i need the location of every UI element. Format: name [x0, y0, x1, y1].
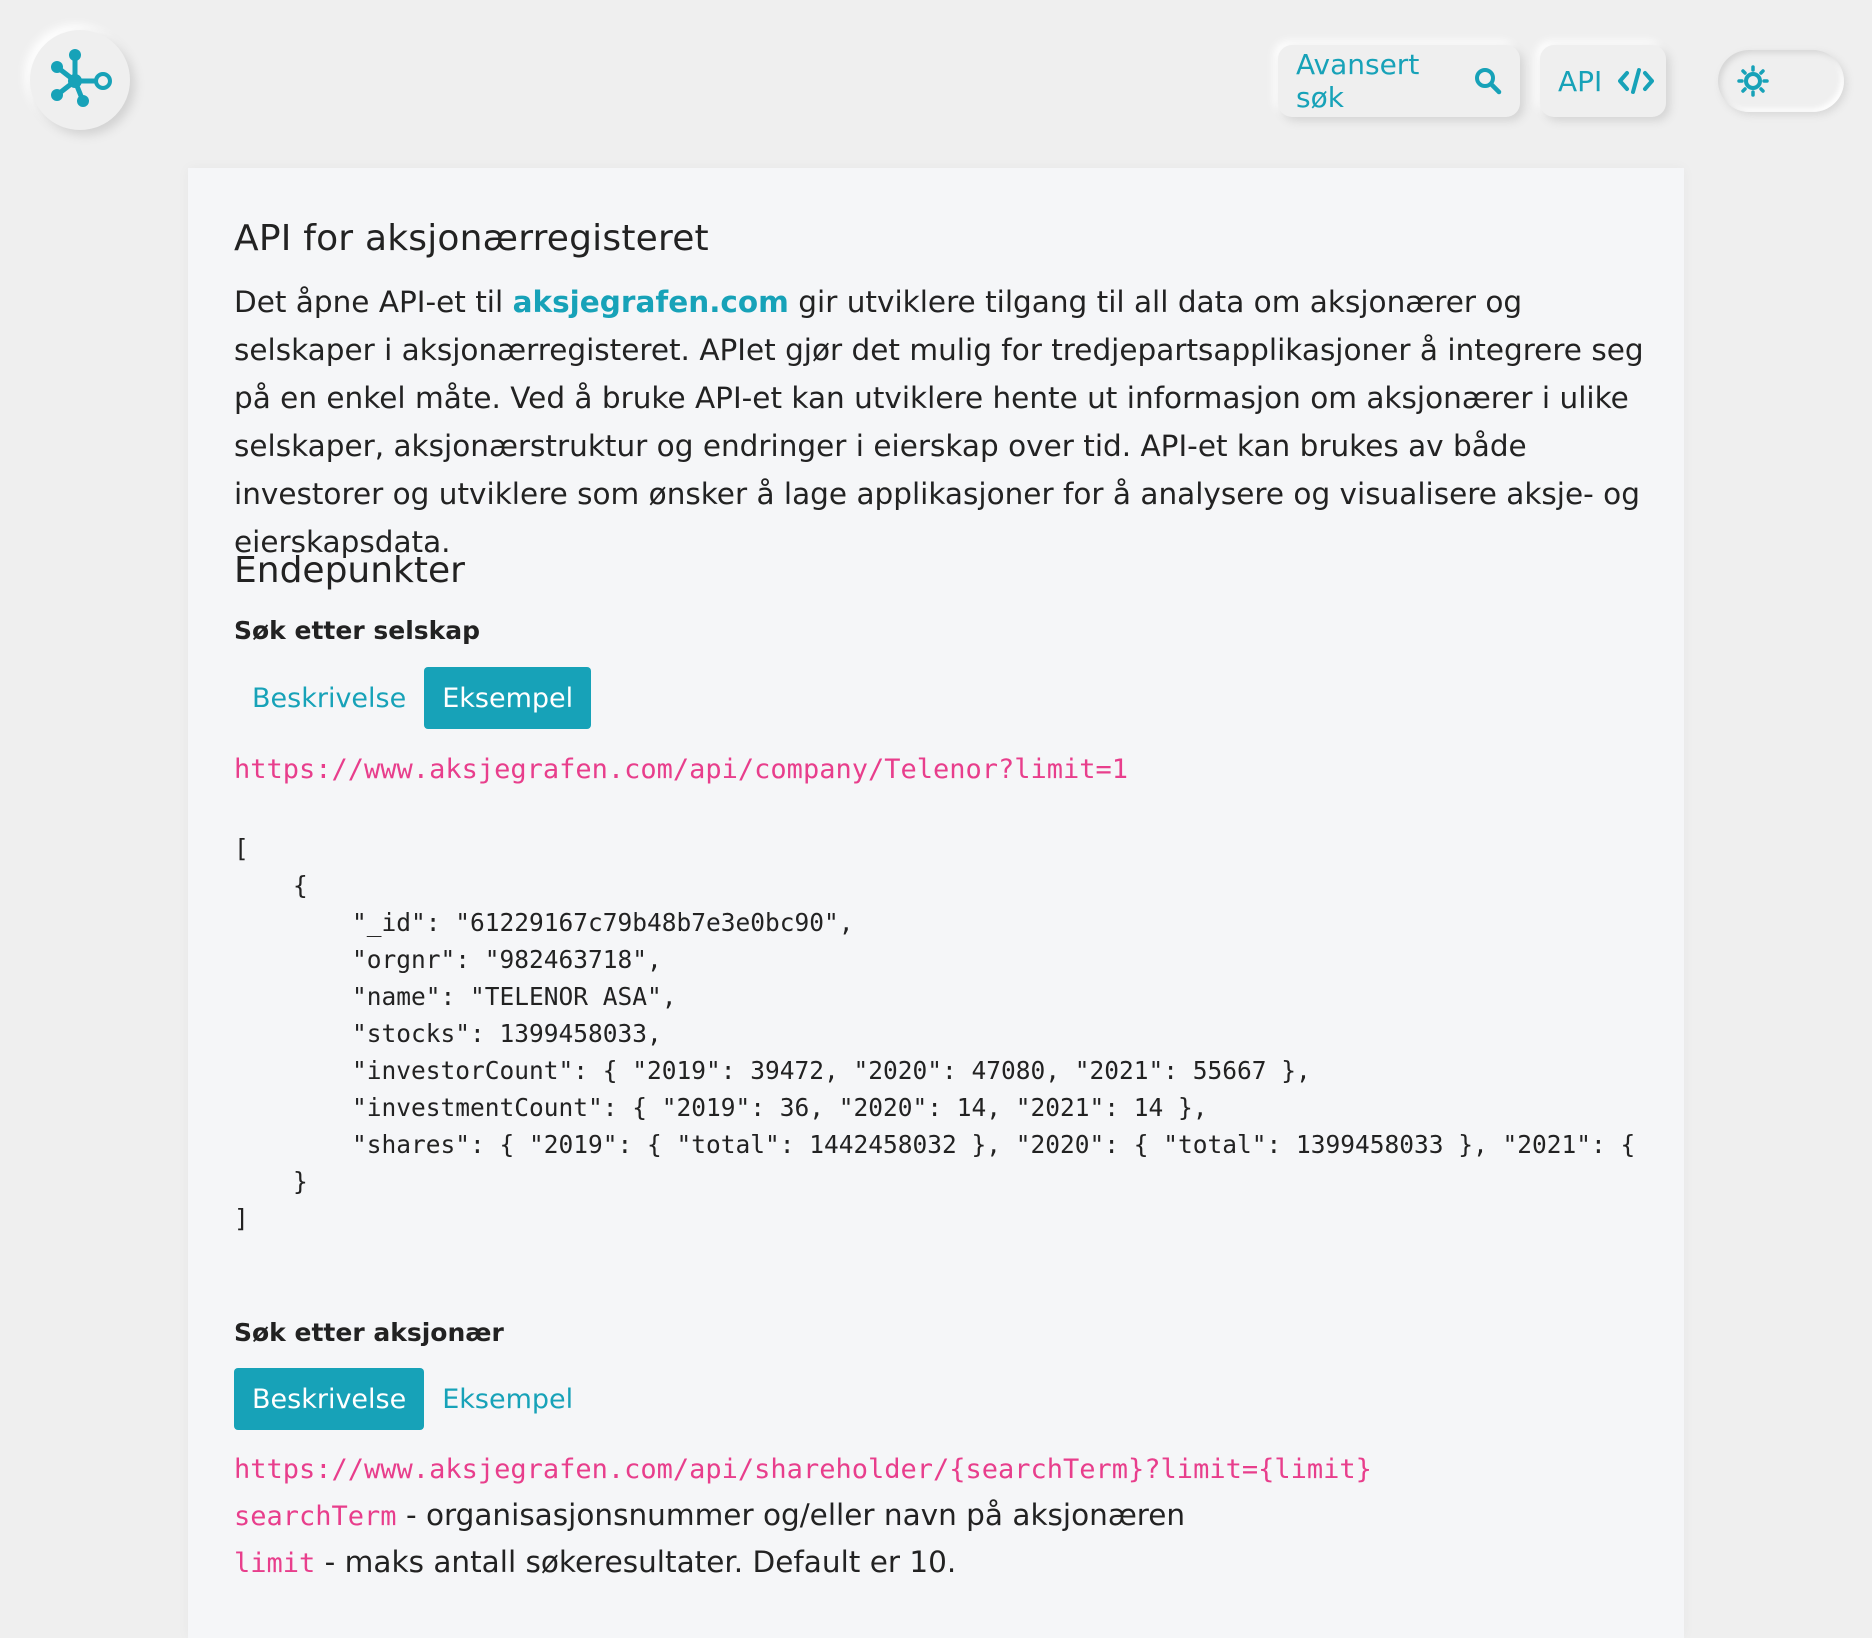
api-docs-panel: API for aksjonærregisteret Det åpne API-… — [188, 168, 1684, 1638]
tab-example[interactable]: Eksempel — [424, 1368, 591, 1430]
search-icon — [1474, 67, 1502, 95]
advanced-search-label: Avansert søk — [1296, 48, 1420, 114]
endpoint-company-title: Søk etter selskap — [234, 616, 481, 645]
endpoint-company-url: https://www.aksjegrafen.com/api/company/… — [234, 754, 1129, 785]
param-description: - maks antall søkeresultater. Default er… — [315, 1545, 957, 1579]
tab-example[interactable]: Eksempel — [424, 667, 592, 729]
api-nav-button[interactable]: API — [1540, 45, 1666, 117]
intro-text-before: Det åpne API-et til — [234, 285, 513, 319]
theme-toggle[interactable] — [1718, 50, 1844, 112]
tab-description[interactable]: Beskrivelse — [234, 667, 424, 729]
param-name: searchTerm — [234, 1501, 397, 1532]
tab-description[interactable]: Beskrivelse — [234, 1368, 425, 1430]
api-nav-label: API — [1558, 64, 1603, 98]
sun-icon — [1730, 58, 1776, 104]
intro-text-after: gir utviklere tilgang til all data om ak… — [234, 285, 1644, 559]
home-logo-button[interactable] — [30, 30, 130, 130]
endpoint-shareholder-url: https://www.aksjegrafen.com/api/sharehol… — [234, 1454, 1372, 1485]
param-name: limit — [234, 1548, 316, 1579]
advanced-search-button[interactable]: Avansert søk — [1278, 45, 1520, 117]
param-description: - organisasjonsnummer og/eller navn på a… — [396, 1498, 1186, 1532]
network-graph-icon — [45, 47, 115, 113]
param-limit: limit - maks antall søkeresultater. Defa… — [234, 1545, 956, 1579]
example-response-code: [ { "_id": "61229167c79b48b7e3e0bc90", "… — [234, 834, 1636, 1233]
param-search-term: searchTerm - organisasjonsnummer og/elle… — [234, 1498, 1185, 1532]
endpoint-shareholder-tabs: Beskrivelse Eksempel — [234, 1368, 591, 1430]
code-icon — [1618, 67, 1655, 95]
endpoint-company-tabs: Beskrivelse Eksempel — [234, 667, 592, 729]
endpoints-heading: Endepunkter — [234, 550, 465, 591]
page-title: API for aksjonærregisteret — [234, 218, 709, 259]
aksjegrafen-link[interactable]: aksjegrafen.com — [513, 285, 789, 319]
intro-paragraph: Det åpne API-et til aksjegrafen.com gir … — [234, 278, 1644, 566]
endpoint-shareholder-title: Søk etter aksjonær — [234, 1318, 504, 1347]
